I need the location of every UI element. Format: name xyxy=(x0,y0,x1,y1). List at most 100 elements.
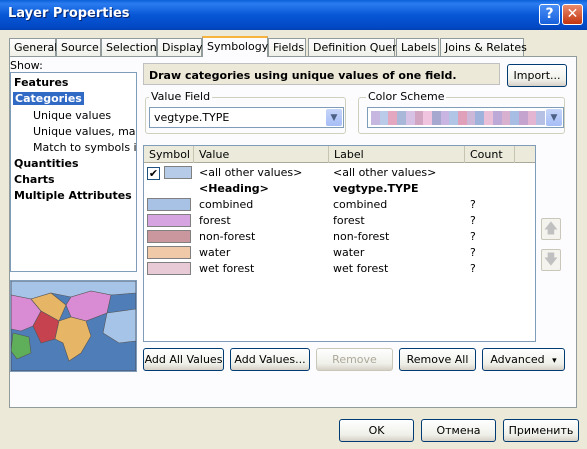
color-ramp-swatch xyxy=(501,111,511,125)
row-value: non-forest xyxy=(199,230,256,243)
row-label: <all other values> xyxy=(333,166,437,179)
color-ramp-swatch xyxy=(379,111,389,125)
color-ramp-swatch xyxy=(405,111,415,125)
color-ramp-swatch xyxy=(431,111,441,125)
tab-display[interactable]: Display xyxy=(157,38,203,56)
row-label: forest xyxy=(333,214,365,227)
tab-labels[interactable]: Labels xyxy=(396,38,439,56)
tree-item-categories[interactable]: Categories xyxy=(13,92,84,105)
tree-item-quantities[interactable]: Quantities xyxy=(14,157,79,170)
color-ramp-swatch xyxy=(388,111,398,125)
row-count: ? xyxy=(470,214,476,227)
import-button[interactable]: Import... xyxy=(507,64,567,87)
row-label: vegtype.TYPE xyxy=(333,182,419,195)
row-value: wet forest xyxy=(199,262,255,275)
column-header-label[interactable]: Label xyxy=(329,146,465,163)
color-ramp-swatch xyxy=(518,111,528,125)
color-ramp-swatch xyxy=(492,111,502,125)
show-tree[interactable]: Features Categories Unique values Unique… xyxy=(10,72,137,272)
move-down-button[interactable]: 🡇 xyxy=(541,249,561,271)
color-scheme-label: Color Scheme xyxy=(366,90,447,103)
value-field-value: vegtype.TYPE xyxy=(154,111,230,124)
tab-joins-relates[interactable]: Joins & Relates xyxy=(440,38,527,56)
add-values-button[interactable]: Add Values... xyxy=(230,348,310,371)
symbol-swatch[interactable] xyxy=(147,198,191,211)
row-value: combined xyxy=(199,198,254,211)
arrow-down-icon: 🡇 xyxy=(543,252,559,268)
tree-item-unique-values[interactable]: Unique values xyxy=(33,109,111,122)
add-all-values-button[interactable]: Add All Values xyxy=(143,348,224,371)
tab-fields[interactable]: Fields xyxy=(268,38,306,56)
table-row[interactable]: forest forest ? xyxy=(144,213,535,229)
color-ramp-swatch xyxy=(371,111,380,125)
row-count: ? xyxy=(470,246,476,259)
column-header-value[interactable]: Value xyxy=(194,146,329,163)
column-header-symbol[interactable]: Symbol xyxy=(144,146,194,163)
tab-symbology[interactable]: Symbology xyxy=(202,36,268,57)
advanced-button[interactable]: Advanced ▾ xyxy=(482,348,565,371)
preview-map xyxy=(10,280,137,372)
tab-definition-query[interactable]: Definition Query xyxy=(308,38,403,56)
table-row-heading[interactable]: <Heading> vegtype.TYPE xyxy=(144,181,535,197)
table-row[interactable]: water water ? xyxy=(144,245,535,261)
window-title: Layer Properties xyxy=(8,6,130,21)
tab-source[interactable]: Source xyxy=(56,38,101,56)
table-row[interactable]: combined combined ? xyxy=(144,197,535,213)
close-button[interactable]: ✕ xyxy=(562,4,583,25)
table-row[interactable]: non-forest non-forest ? xyxy=(144,229,535,245)
color-ramp-swatch xyxy=(423,111,432,125)
row-count: ? xyxy=(470,262,476,275)
help-button[interactable]: ? xyxy=(539,4,560,25)
color-ramp-swatch xyxy=(414,111,424,125)
row-label: combined xyxy=(333,198,388,211)
symbol-swatch[interactable] xyxy=(147,230,191,243)
color-ramp-swatch xyxy=(440,111,450,125)
advanced-label: Advanced xyxy=(490,353,545,366)
column-header-count[interactable]: Count xyxy=(465,146,515,163)
dropdown-arrow-icon: ▾ xyxy=(552,356,557,366)
preview-map-image xyxy=(11,281,136,371)
row-value: water xyxy=(199,246,231,259)
show-label: Show: xyxy=(10,59,43,72)
symbol-swatch[interactable] xyxy=(147,214,191,227)
tab-general[interactable]: General xyxy=(9,38,57,56)
color-scheme-select[interactable]: ▼ xyxy=(367,107,564,128)
color-ramp-swatch xyxy=(527,111,537,125)
tab-selection[interactable]: Selection xyxy=(101,38,157,56)
tree-item-multiple-attributes[interactable]: Multiple Attributes xyxy=(14,189,132,202)
row-count: ? xyxy=(470,198,476,211)
chevron-down-icon: ▼ xyxy=(326,109,342,126)
cancel-button[interactable]: Отмена xyxy=(421,419,496,442)
color-ramp-swatch xyxy=(458,111,467,125)
title-bar[interactable]: Layer Properties ? ✕ xyxy=(0,0,587,30)
tree-item-charts[interactable]: Charts xyxy=(14,173,55,186)
arrow-up-icon: 🡅 xyxy=(543,221,559,237)
table-row[interactable]: ✔ <all other values> <all other values> xyxy=(144,165,535,181)
table-row[interactable]: wet forest wet forest ? xyxy=(144,261,535,277)
row-value: <Heading> xyxy=(199,182,269,195)
ok-button[interactable]: OK xyxy=(339,419,414,442)
symbol-grid[interactable]: Symbol Value Label Count ✔ <all other va… xyxy=(143,145,536,342)
value-field-select[interactable]: vegtype.TYPE ▼ xyxy=(149,107,344,128)
row-label: water xyxy=(333,246,365,259)
apply-button[interactable]: Применить xyxy=(503,419,579,442)
grid-header: Symbol Value Label Count xyxy=(144,146,535,163)
row-value: <all other values> xyxy=(199,166,303,179)
symbol-swatch[interactable] xyxy=(164,166,192,179)
help-icon: ? xyxy=(545,6,554,22)
tree-item-match-to-symbols[interactable]: Match to symbols in a style xyxy=(33,141,136,154)
color-ramp-swatch xyxy=(475,111,485,125)
all-other-values-checkbox[interactable]: ✔ xyxy=(147,167,160,180)
tree-item-unique-values-many[interactable]: Unique values, many fields xyxy=(33,125,136,138)
color-ramp-swatch xyxy=(536,111,546,125)
move-up-button[interactable]: 🡅 xyxy=(541,218,561,240)
symbol-swatch[interactable] xyxy=(147,246,191,259)
tree-item-features[interactable]: Features xyxy=(14,76,68,89)
symbol-swatch[interactable] xyxy=(147,262,191,275)
row-label: non-forest xyxy=(333,230,390,243)
remove-button[interactable]: Remove xyxy=(316,348,393,371)
remove-all-button[interactable]: Remove All xyxy=(399,348,476,371)
layer-properties-window: Layer Properties ? ✕ General Source Sele… xyxy=(0,0,587,449)
color-ramp-swatch xyxy=(466,111,476,125)
row-label: wet forest xyxy=(333,262,389,275)
